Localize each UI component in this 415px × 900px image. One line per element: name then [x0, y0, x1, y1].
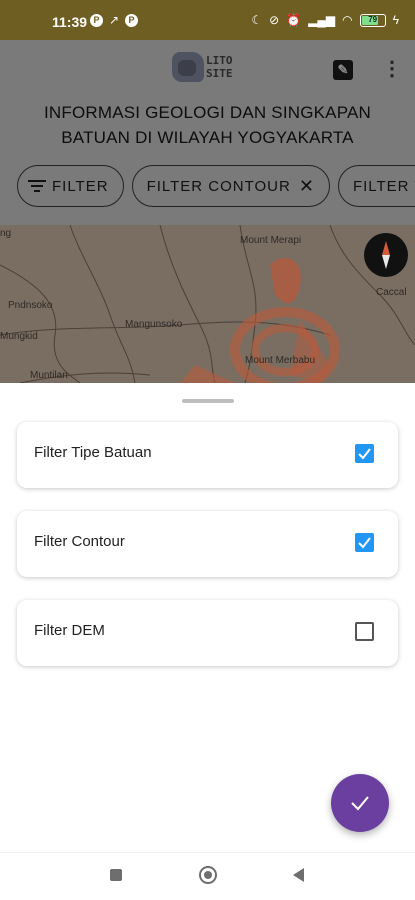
compass-icon	[382, 241, 390, 269]
filter-icon	[28, 179, 46, 193]
filter-item-tipe-batuan[interactable]: Filter Tipe Batuan	[17, 422, 398, 488]
checkbox[interactable]	[355, 533, 374, 552]
back-icon[interactable]	[293, 868, 304, 882]
rock-logo-shade	[178, 60, 196, 76]
compass-button[interactable]	[364, 233, 408, 277]
map-view[interactable]: ng Mount Merapi Pndnsoko Mungkid Manguns…	[0, 225, 415, 383]
chip-label: FILTER T	[352, 177, 415, 195]
charging-icon: ϟ	[392, 13, 399, 27]
apply-filter-button[interactable]	[331, 774, 389, 832]
wifi-icon: ◠	[342, 13, 353, 27]
battery-percent: 79	[368, 14, 378, 24]
notification-p-icon-2: P	[125, 14, 139, 27]
map-label: Pndnsoko	[8, 300, 53, 311]
filter-item-label: Filter DEM	[34, 622, 105, 639]
alarm-icon: ⏰	[286, 13, 302, 27]
filter-item-contour[interactable]: Filter Contour	[17, 511, 398, 577]
filter-line-3	[34, 190, 40, 192]
chip-filter[interactable]: FILTER	[17, 165, 124, 207]
signal-icon: ▂▄▆	[308, 13, 336, 27]
map-label: Mount Merapi	[240, 235, 302, 246]
chip-label: FILTER CONTOUR	[146, 177, 291, 195]
checkmark-icon	[358, 537, 371, 549]
notification-p-icon: P	[90, 14, 103, 27]
filter-item-label: Filter Contour	[34, 533, 125, 550]
chip-label: FILTER	[52, 177, 109, 195]
home-icon-inner	[204, 871, 212, 879]
chip-filter-contour[interactable]: FILTER CONTOUR ✕	[131, 165, 330, 207]
status-notification-icons: P ↗ P	[90, 13, 139, 27]
checkbox[interactable]	[355, 622, 374, 641]
map-lines	[0, 225, 415, 383]
map-label: Mount Merbabu	[245, 355, 316, 366]
map-label: ng	[0, 228, 12, 239]
more-vert-icon[interactable]: ⋮	[382, 57, 402, 81]
filter-item-dem[interactable]: Filter DEM	[17, 600, 398, 666]
checkmark-icon	[358, 448, 371, 460]
close-icon[interactable]: ✕	[299, 177, 315, 195]
map-label: Mungkid	[0, 331, 38, 342]
logo-text: LITO SITE	[206, 54, 233, 80]
chip-filter-tipe[interactable]: FILTER T	[337, 165, 415, 207]
filter-line-2	[31, 185, 43, 187]
recent-apps-icon[interactable]	[110, 869, 122, 881]
trend-icon: ↗	[109, 13, 120, 27]
app-logo: LITO SITE	[172, 52, 252, 84]
map-label: Muntilan	[30, 370, 68, 381]
filter-item-label: Filter Tipe Batuan	[34, 444, 152, 461]
status-bar: 11:39 P ↗ P ☾ ⊘ ⏰ ▂▄▆ ◠ 79 ϟ	[0, 0, 415, 40]
checkbox[interactable]	[355, 444, 374, 463]
status-system-icons: ☾ ⊘ ⏰ ▂▄▆ ◠ 79 ϟ	[251, 12, 399, 28]
map-label: Mangunsoko	[125, 319, 183, 330]
filter-line-1	[28, 180, 46, 182]
map-label: Caccal	[376, 287, 407, 298]
status-time: 11:39	[52, 14, 88, 30]
battery-icon: 79	[359, 13, 386, 27]
home-icon[interactable]	[199, 866, 217, 884]
edit-tool-icon[interactable]: ✎	[333, 60, 353, 80]
page-title: INFORMASI GEOLOGI DAN SINGKAPAN BATUAN D…	[43, 103, 372, 147]
mute-icon: ⊘	[269, 13, 280, 27]
check-icon	[351, 796, 369, 811]
moon-icon: ☾	[251, 13, 263, 27]
filter-chips: FILTER FILTER CONTOUR ✕ FILTER T	[17, 165, 415, 211]
sheet-drag-handle[interactable]	[182, 399, 234, 403]
